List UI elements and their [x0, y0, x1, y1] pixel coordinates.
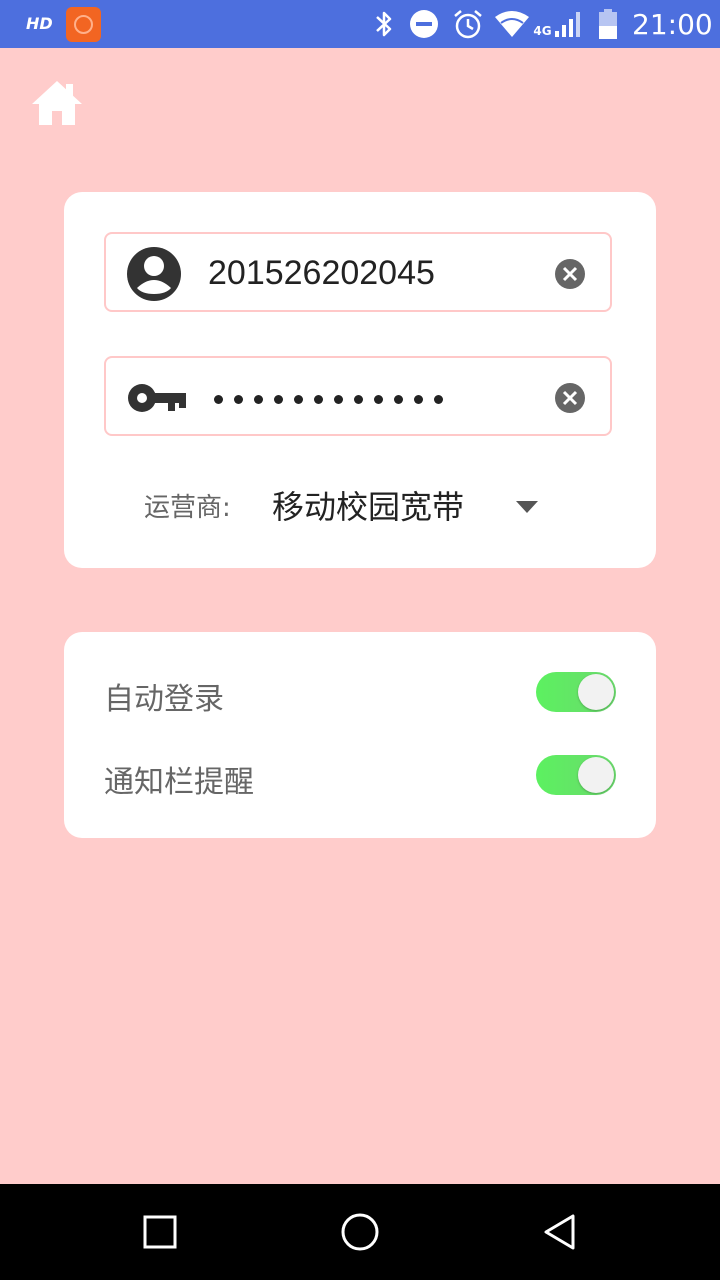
password-dot: [314, 395, 323, 404]
signal-icon: 4G: [530, 0, 586, 48]
user-avatar-icon: [126, 246, 186, 302]
carrier-label: 运营商:: [144, 493, 231, 523]
back-icon[interactable]: [540, 1212, 580, 1252]
clock: 21:00: [632, 8, 713, 41]
password-dot: [294, 395, 303, 404]
password-dot: [254, 395, 263, 404]
password-dot: [214, 395, 223, 404]
alarm-icon: [452, 0, 484, 48]
notification-toggle[interactable]: [536, 755, 616, 795]
toggle-knob: [578, 757, 614, 793]
password-field[interactable]: [104, 356, 612, 436]
app-icon: [66, 7, 101, 42]
battery-icon: [596, 0, 620, 48]
dropdown-arrow-icon[interactable]: [516, 498, 538, 513]
password-dot: [354, 395, 363, 404]
wifi-icon: [494, 0, 530, 48]
carrier-select[interactable]: 移动校园宽带: [272, 482, 464, 528]
password-dot: [374, 395, 383, 404]
notification-label: 通知栏提醒: [104, 765, 254, 800]
navigation-bar: [0, 1184, 720, 1280]
password-dot: [234, 395, 243, 404]
password-value[interactable]: [214, 395, 443, 404]
password-dot: [274, 395, 283, 404]
home-circle-icon[interactable]: [340, 1212, 380, 1252]
password-dot: [394, 395, 403, 404]
username-field[interactable]: 201526202045: [104, 232, 612, 312]
status-bar: HD 4G 21:00: [0, 0, 720, 48]
bluetooth-icon: [372, 0, 396, 48]
home-icon[interactable]: [30, 78, 84, 128]
login-card: 201526202045 运营商: 移动校园宽带: [64, 192, 656, 568]
toggle-knob: [578, 674, 614, 710]
password-dot: [414, 395, 423, 404]
clear-icon[interactable]: [554, 382, 586, 414]
auto-login-label: 自动登录: [104, 682, 224, 717]
key-icon: [126, 370, 186, 426]
password-dot: [434, 395, 443, 404]
auto-login-toggle[interactable]: [536, 672, 616, 712]
hd-indicator: HD: [26, 14, 53, 33]
do-not-disturb-icon: [408, 0, 440, 48]
recent-apps-icon[interactable]: [140, 1212, 180, 1252]
password-dot: [334, 395, 343, 404]
username-value[interactable]: 201526202045: [208, 254, 435, 293]
settings-card: 自动登录 通知栏提醒: [64, 632, 656, 838]
clear-icon[interactable]: [554, 258, 586, 290]
